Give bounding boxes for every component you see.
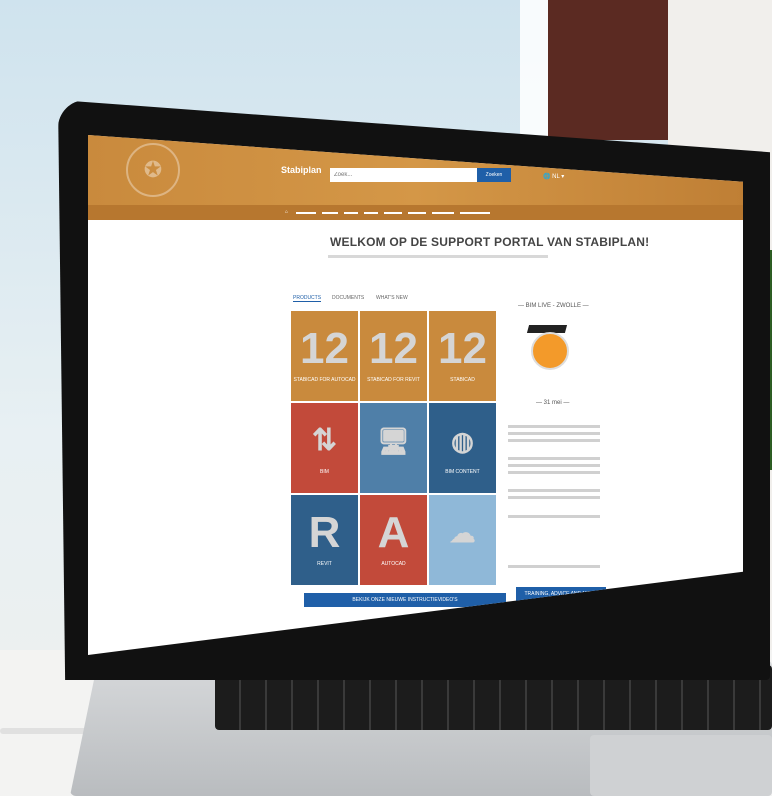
product-tile[interactable]: 12 STABICAD FOR REVIT: [360, 311, 427, 401]
product-tile[interactable]: ☁: [429, 495, 496, 585]
event-text-line: [508, 457, 600, 460]
nav-item[interactable]: [460, 212, 490, 214]
home-icon[interactable]: ⌂: [285, 209, 288, 215]
page-subtitle: [328, 255, 548, 258]
tile-label: AUTOCAD: [381, 561, 406, 567]
seal-logo-icon: ✪: [126, 143, 180, 197]
event-title: — BIM LIVE - ZWOLLE —: [518, 303, 589, 309]
tile-graphic: R: [308, 508, 341, 557]
event-text-line: [508, 489, 600, 492]
tile-label: BIM CONTENT: [445, 469, 480, 475]
tile-label: STABICAD FOR AUTOCAD: [293, 377, 356, 383]
mascot-icon: [531, 332, 569, 370]
product-tile[interactable]: ◍ BIM CONTENT: [429, 403, 496, 493]
product-tile[interactable]: ⇅ BIM: [291, 403, 358, 493]
event-text-line: [508, 515, 600, 518]
curtain: [548, 0, 668, 140]
tab-products[interactable]: PRODUCTS: [293, 295, 322, 302]
nav-item[interactable]: [344, 212, 358, 214]
product-tile[interactable]: A AUTOCAD: [360, 495, 427, 585]
brand-logo[interactable]: Stabiplan: [281, 165, 322, 181]
event-date: — 31 mei —: [536, 400, 570, 406]
tile-label: BIM: [320, 469, 329, 475]
arrows-icon: ⇅: [311, 424, 338, 457]
language-label: NL: [552, 174, 560, 180]
product-tile[interactable]: 12 STABICAD: [429, 311, 496, 401]
nav-item[interactable]: [432, 212, 454, 214]
search-input[interactable]: [330, 168, 485, 182]
tile-graphic: 12: [438, 324, 487, 373]
event-text-line: [508, 471, 600, 474]
tile-label: STABICAD: [450, 377, 475, 383]
globe-icon: ◍: [451, 426, 474, 456]
event-text-line: [508, 432, 600, 435]
nav-item[interactable]: [384, 212, 402, 214]
nav-item[interactable]: [408, 212, 426, 214]
nav-item[interactable]: [322, 212, 338, 214]
event-text-line: [508, 439, 600, 442]
tile-label: REVIT: [317, 561, 332, 567]
tile-graphic: 12: [369, 324, 418, 373]
tab-whats-new[interactable]: WHAT'S NEW: [376, 295, 408, 301]
event-text-line: [508, 565, 600, 568]
product-tile[interactable]: 🖥: [360, 403, 427, 493]
laptop-trackpad: [590, 735, 772, 796]
event-text-line: [508, 496, 600, 499]
product-tile-grid: 12 STABICAD FOR AUTOCAD 12 STABICAD FOR RE…: [291, 311, 496, 586]
brand-name: Stabiplan: [281, 165, 322, 175]
event-text-line: [508, 425, 600, 428]
computer-icon: 🖥: [376, 426, 410, 456]
laptop-screen: ✪ Stabiplan Zoeken 🌐 NL ▾ ⌂ WELKOM OP DE…: [88, 135, 743, 655]
search-button[interactable]: Zoeken: [477, 168, 511, 182]
video-instructions-button[interactable]: BEKIJK ONZE NIEUWE INSTRUCTIEVIDEO'S: [304, 593, 506, 607]
nav-item[interactable]: [364, 212, 378, 214]
tab-documents[interactable]: DOCUMENTS: [332, 295, 364, 301]
event-text-line: [508, 464, 600, 467]
language-selector[interactable]: 🌐 NL ▾: [543, 173, 564, 180]
product-tile[interactable]: R REVIT: [291, 495, 358, 585]
main-nav: ⌂: [88, 205, 743, 220]
cloud-icon: ☁: [449, 518, 476, 548]
tile-graphic: 12: [300, 324, 349, 373]
nav-item[interactable]: [296, 212, 316, 214]
page-title: WELKOM OP DE SUPPORT PORTAL VAN STABIPLA…: [330, 235, 650, 249]
tile-graphic: A: [377, 508, 410, 557]
product-tile[interactable]: 12 STABICAD FOR AUTOCAD: [291, 311, 358, 401]
tile-label: STABICAD FOR REVIT: [367, 377, 420, 383]
